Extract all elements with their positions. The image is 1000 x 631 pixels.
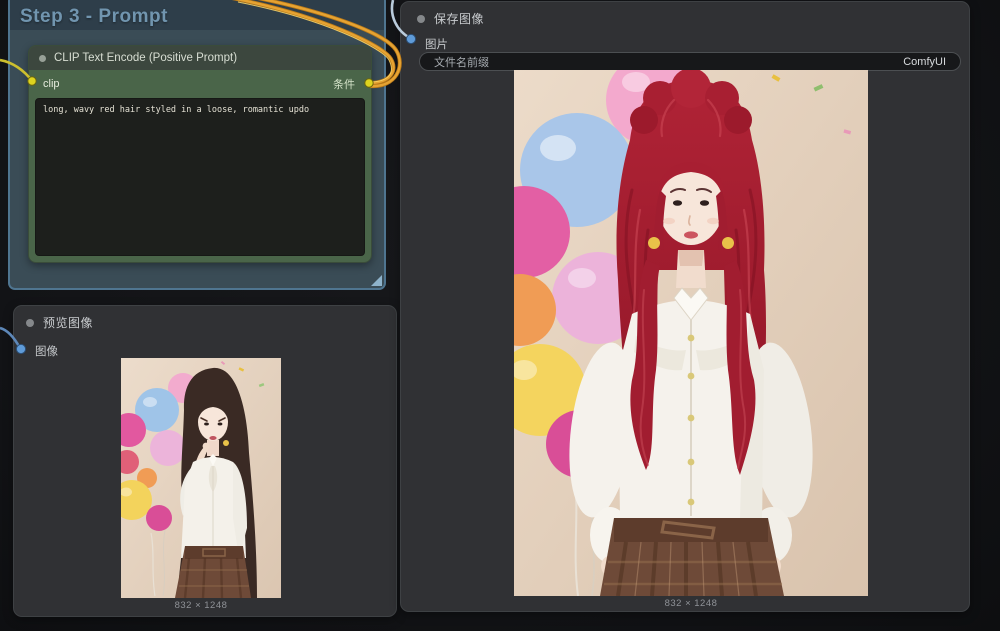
save-node-title: 保存图像 (434, 10, 484, 27)
preview-node-title: 预览图像 (43, 314, 93, 331)
clip-node-titlebar[interactable]: CLIP Text Encode (Positive Prompt) (29, 46, 371, 70)
node-status-dot-icon (417, 15, 425, 23)
preview-image-caption: 832 × 1248 (121, 600, 281, 611)
saved-image-caption: 832 × 1248 (514, 598, 868, 609)
node-status-dot-icon (39, 55, 46, 62)
image-input-label: 图像 (35, 343, 58, 359)
prompt-textarea[interactable]: long, wavy red hair styled in a loose, r… (35, 98, 365, 256)
node-preview-image[interactable]: 预览图像 图像 (13, 305, 397, 617)
group-header[interactable]: Step 3 - Prompt (10, 0, 384, 30)
filename-prefix-widget[interactable]: 文件名前缀 ComfyUI (419, 52, 961, 71)
preview-node-titlebar[interactable]: 预览图像 (14, 306, 396, 335)
clip-node-title: CLIP Text Encode (Positive Prompt) (54, 52, 237, 64)
saved-image-illustration (514, 70, 868, 596)
clip-input-label: clip (43, 78, 60, 90)
group-resize-handle[interactable] (371, 275, 382, 286)
comfyui-canvas[interactable]: Step 3 - Prompt CLIP Text Encode (Positi… (0, 0, 1000, 631)
node-clip-text-encode[interactable]: CLIP Text Encode (Positive Prompt) clip … (28, 45, 372, 263)
filename-prefix-value: ComfyUI (903, 56, 946, 68)
saved-image (514, 70, 868, 596)
node-save-image[interactable]: 保存图像 图片 文件名前缀 ComfyUI (400, 1, 970, 612)
node-status-dot-icon (26, 319, 34, 327)
preview-image (121, 358, 281, 598)
image-input-label: 图片 (425, 36, 448, 52)
prompt-text: long, wavy red hair styled in a loose, r… (43, 105, 357, 116)
preview-image-illustration (121, 358, 281, 598)
group-title: Step 3 - Prompt (20, 6, 168, 28)
save-node-titlebar[interactable]: 保存图像 (401, 2, 969, 31)
conditioning-output-label: 条件 (333, 76, 355, 92)
filename-prefix-label: 文件名前缀 (434, 54, 489, 70)
